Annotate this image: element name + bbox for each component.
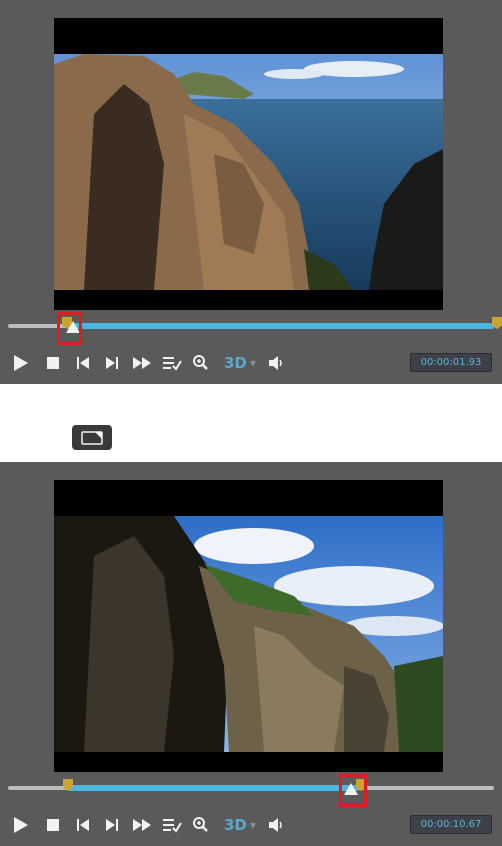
- selected-range: [67, 785, 358, 791]
- 3d-label: 3D: [223, 354, 247, 372]
- previous-frame-icon[interactable]: [72, 814, 94, 836]
- video-player-top: 3D ▼ 00:00:01.93: [0, 0, 502, 384]
- volume-icon[interactable]: [266, 352, 288, 374]
- time-display: 00:00:10.67: [410, 815, 492, 834]
- selected-range: [67, 323, 494, 329]
- playlist-icon[interactable]: [161, 352, 183, 374]
- play-icon[interactable]: [10, 352, 32, 374]
- video-scene-mountain-cliff: [54, 516, 443, 752]
- playlist-icon[interactable]: [161, 814, 183, 836]
- trim-button[interactable]: [72, 425, 112, 450]
- 3d-label: 3D: [223, 816, 247, 834]
- next-frame-icon[interactable]: [101, 814, 123, 836]
- 3d-dropdown-icon[interactable]: 3D ▼: [222, 352, 258, 374]
- time-display: 00:00:01.93: [410, 353, 492, 372]
- video-frame: [54, 480, 443, 772]
- stop-icon[interactable]: [42, 352, 64, 374]
- timeline-scrubber[interactable]: [8, 312, 502, 345]
- next-frame-icon[interactable]: [101, 352, 123, 374]
- video-scene-coastal-cliff: [54, 54, 443, 290]
- chevron-down-icon: ▼: [249, 358, 257, 368]
- trim-icon: [81, 430, 103, 445]
- video-player-bottom: 3D ▼ 00:00:10.67: [0, 462, 502, 846]
- zoom-icon[interactable]: [190, 814, 212, 836]
- volume-icon[interactable]: [266, 814, 288, 836]
- chevron-down-icon: ▼: [249, 820, 257, 830]
- fast-forward-icon[interactable]: [131, 352, 153, 374]
- video-frame: [54, 18, 443, 310]
- previous-frame-icon[interactable]: [72, 352, 94, 374]
- playhead-highlight-box: [339, 774, 367, 807]
- 3d-dropdown-icon[interactable]: 3D ▼: [222, 814, 258, 836]
- playback-controls: 3D ▼ 00:00:01.93: [0, 344, 502, 384]
- zoom-icon[interactable]: [190, 352, 212, 374]
- playhead-highlight-box: [57, 312, 82, 345]
- play-icon[interactable]: [10, 814, 32, 836]
- playback-controls: 3D ▼ 00:00:10.67: [0, 806, 502, 846]
- fast-forward-icon[interactable]: [131, 814, 153, 836]
- timeline-scrubber[interactable]: [8, 774, 494, 807]
- stop-icon[interactable]: [42, 814, 64, 836]
